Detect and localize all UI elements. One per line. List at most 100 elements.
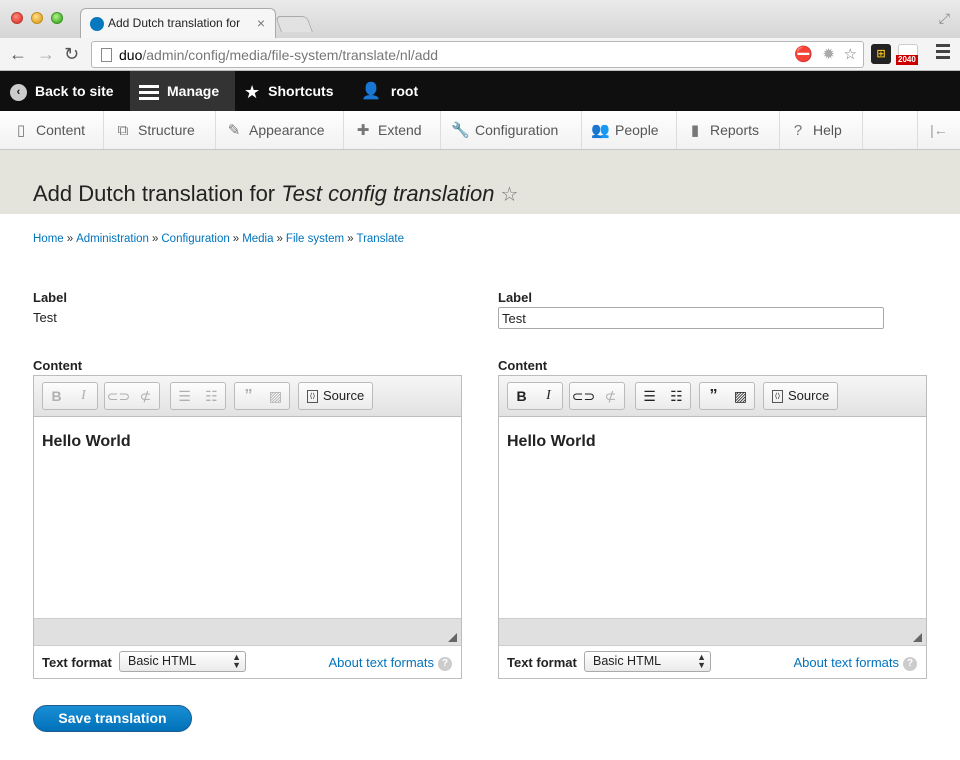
- unlink-icon: ⊄: [139, 388, 152, 404]
- tray-item-structure[interactable]: ⧉ Structure: [104, 111, 216, 149]
- tray-item-content[interactable]: ▯ Content: [0, 111, 104, 149]
- back-arrow-icon[interactable]: ←: [9, 43, 27, 65]
- new-tab-button[interactable]: [275, 16, 313, 32]
- browser-tab[interactable]: Add Dutch translation for ×: [80, 8, 276, 39]
- shortcut-star-icon[interactable]: ☆: [500, 184, 518, 206]
- star-icon: ★: [244, 82, 261, 103]
- browser-navbar: ← → ↻ duo/admin/config/media/file-system…: [0, 38, 960, 71]
- select-arrows-icon: ▲ ▼: [697, 652, 706, 670]
- link-group: ⊂⊃ ⊄: [569, 382, 625, 410]
- source-editor-toolbar: B I ⊂⊃ ⊄ ☰ ☷ ” ▨ ⟨⟩ Source: [34, 376, 461, 417]
- close-window-button[interactable]: [11, 12, 23, 24]
- extension-counter-icon[interactable]: 2040: [896, 44, 918, 65]
- tab-title: Add Dutch translation for: [108, 16, 241, 30]
- breadcrumb-file-system[interactable]: File system: [286, 233, 344, 245]
- bold-button[interactable]: B: [508, 383, 535, 409]
- translation-content-heading: Content: [498, 358, 548, 373]
- save-translation-button[interactable]: Save translation: [33, 705, 192, 732]
- translation-label-input[interactable]: [498, 307, 884, 329]
- fullscreen-icon[interactable]: ⤢: [939, 10, 950, 27]
- select-arrows-icon: ▲ ▼: [232, 652, 241, 670]
- breadcrumb-home[interactable]: Home: [33, 233, 64, 245]
- adblock-icon[interactable]: ⛔: [794, 46, 813, 64]
- paintbrush-icon: ✎: [227, 122, 241, 139]
- italic-button[interactable]: I: [535, 383, 562, 409]
- hamburger-icon: [139, 82, 159, 103]
- page-icon: [101, 48, 112, 62]
- breadcrumb-administration[interactable]: Administration: [76, 233, 149, 245]
- translation-editor-body[interactable]: Hello World: [499, 417, 926, 618]
- bulleted-list-icon: ☰: [178, 388, 191, 404]
- translation-column: Label Content B I ⊂⊃ ⊄ ☰ ☷ ” ▨ ⟨⟩Source: [498, 290, 928, 679]
- translation-editor-toolbar: B I ⊂⊃ ⊄ ☰ ☷ ” ▨ ⟨⟩ Source: [499, 376, 926, 417]
- help-circle-icon: ?: [438, 656, 452, 671]
- minimize-window-button[interactable]: [31, 12, 43, 24]
- source-editor: B I ⊂⊃ ⊄ ☰ ☷ ” ▨ ⟨⟩ Source Hello World T…: [33, 375, 462, 679]
- shortcuts-tab[interactable]: ★ Shortcuts: [244, 71, 333, 111]
- italic-button: I: [81, 388, 86, 403]
- source-format-select: Basic HTML ▲ ▼: [119, 651, 246, 672]
- user-icon: 👤: [361, 83, 381, 101]
- breadcrumb-configuration[interactable]: Configuration: [161, 233, 229, 245]
- tray-item-extend[interactable]: ✚ Extend: [344, 111, 441, 149]
- url-text[interactable]: duo/admin/config/media/file-system/trans…: [119, 47, 438, 63]
- people-icon: 👥: [591, 122, 610, 139]
- source-format-help-link[interactable]: About text formats?: [329, 655, 452, 671]
- settings-gear-icon[interactable]: ✹: [822, 46, 835, 64]
- bar-chart-icon: ▮: [690, 122, 700, 139]
- translation-format-select[interactable]: Basic HTML ▲ ▼: [584, 651, 711, 672]
- tray-item-people[interactable]: 👥 People: [582, 111, 677, 149]
- numbered-list-icon[interactable]: ☷: [663, 383, 690, 409]
- translation-format-help-link[interactable]: About text formats?: [794, 655, 917, 671]
- link-icon[interactable]: ⊂⊃: [570, 383, 597, 409]
- forward-arrow-icon[interactable]: →: [37, 43, 55, 65]
- source-editor-statusbar: [34, 618, 461, 645]
- numbered-list-icon: ☷: [205, 388, 218, 404]
- user-tab[interactable]: 👤 root: [361, 71, 418, 111]
- close-tab-icon[interactable]: ×: [257, 15, 265, 31]
- help-circle-icon: ?: [903, 656, 917, 671]
- extension-grid-icon[interactable]: ⊞: [871, 44, 891, 64]
- source-code-icon: ⟨⟩: [307, 390, 318, 404]
- resize-handle-icon: [448, 633, 457, 642]
- browser-titlebar: Add Dutch translation for × ⤢: [0, 0, 960, 39]
- browser-menu-icon[interactable]: [936, 44, 950, 62]
- back-to-site-link[interactable]: ‹ Back to site: [10, 71, 114, 111]
- file-icon: ▯: [16, 122, 26, 139]
- breadcrumb-translate[interactable]: Translate: [356, 233, 404, 245]
- image-icon[interactable]: ▨: [727, 383, 754, 409]
- address-bar[interactable]: duo/admin/config/media/file-system/trans…: [91, 41, 864, 68]
- translation-format-label: Text format: [507, 655, 577, 670]
- source-column: Label Test Content B I ⊂⊃ ⊄ ☰ ☷ ” ▨ ⟨⟩ So…: [33, 290, 463, 679]
- source-format-label: Text format: [42, 655, 112, 670]
- collapse-tray-icon[interactable]: |←: [917, 111, 960, 149]
- source-button: ⟨⟩ Source: [299, 383, 372, 409]
- source-label-heading: Label: [33, 290, 67, 305]
- source-label-value: Test: [33, 310, 57, 325]
- blockquote-icon: ”: [244, 387, 253, 404]
- reload-icon[interactable]: ↻: [64, 43, 79, 65]
- format-group: B I: [507, 382, 563, 410]
- link-icon: ⊂⊃: [106, 388, 131, 404]
- manage-tab[interactable]: Manage: [130, 71, 235, 111]
- blockquote-icon[interactable]: ”: [700, 383, 727, 409]
- block-group: ” ▨: [234, 382, 290, 410]
- resize-handle-icon[interactable]: [913, 633, 922, 642]
- breadcrumb: Home» Administration» Configuration» Media»…: [33, 233, 404, 245]
- source-code-icon: ⟨⟩: [772, 390, 783, 404]
- list-group: ☰ ☷: [170, 382, 226, 410]
- unlink-icon: ⊄: [604, 388, 617, 404]
- translation-editor: B I ⊂⊃ ⊄ ☰ ☷ ” ▨ ⟨⟩ Source Hello World T…: [498, 375, 927, 679]
- tray-item-reports[interactable]: ▮ Reports: [677, 111, 780, 149]
- maximize-window-button[interactable]: [51, 12, 63, 24]
- bookmark-star-icon[interactable]: ☆: [844, 46, 857, 64]
- source-format-row: Text format Basic HTML ▲ ▼ About text form…: [34, 645, 461, 678]
- breadcrumb-media[interactable]: Media: [242, 233, 273, 245]
- tray-item-configuration[interactable]: 🔧 Configuration: [441, 111, 582, 149]
- block-group: ” ▨: [699, 382, 755, 410]
- source-button[interactable]: ⟨⟩ Source: [764, 383, 837, 409]
- bulleted-list-icon[interactable]: ☰: [636, 383, 663, 409]
- chevron-left-icon: ‹: [10, 83, 27, 101]
- tray-item-appearance[interactable]: ✎ Appearance: [216, 111, 344, 149]
- tray-item-help[interactable]: ? Help: [780, 111, 863, 149]
